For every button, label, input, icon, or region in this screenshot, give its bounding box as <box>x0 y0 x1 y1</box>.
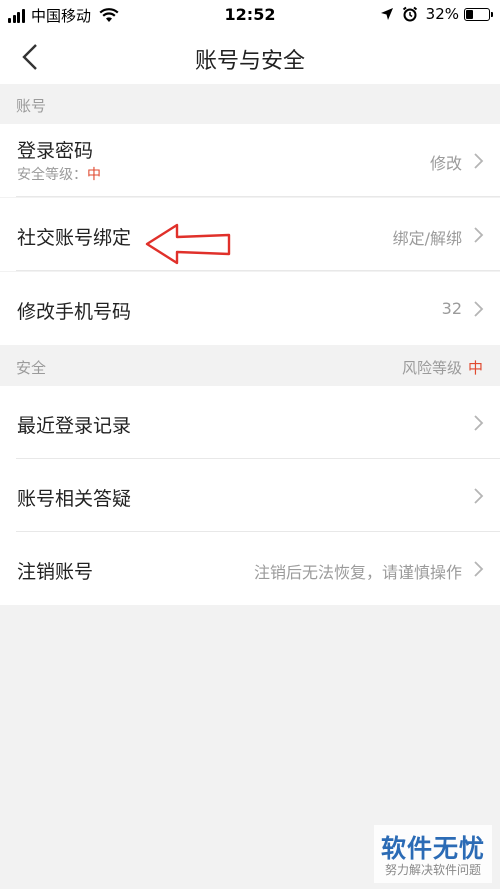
security-level-value: 中 <box>87 167 101 183</box>
risk-level: 风险等级中 <box>402 357 483 378</box>
section-label-security: 安全 <box>16 359 47 377</box>
watermark-subtitle: 努力解决软件问题 <box>384 863 481 877</box>
risk-level-value: 中 <box>467 359 483 377</box>
red-arrow-annotation <box>145 223 231 265</box>
watermark-title: 软件无忧 <box>380 834 485 863</box>
battery-icon <box>464 7 493 21</box>
alarm-icon <box>402 6 417 22</box>
section-label-account: 账号 <box>16 97 47 115</box>
status-bar: 中国移动 12:52 32% <box>0 0 500 30</box>
row-value: 修改 <box>429 154 462 173</box>
battery-percent: 32% <box>425 5 459 23</box>
chevron-right-icon <box>474 488 484 504</box>
row-login-history[interactable]: 最近登录记录 <box>0 386 500 459</box>
row-value: 绑定/解绑 <box>392 229 462 248</box>
row-title: 最近登录记录 <box>17 415 132 437</box>
location-arrow-icon <box>380 8 393 20</box>
row-cancel-account[interactable]: 注销账号 注销后无法恢复，请谨慎操作 <box>0 532 500 605</box>
chevron-right-icon <box>474 227 484 243</box>
risk-level-label: 风险等级 <box>401 359 462 377</box>
section-header-account: 账号 <box>0 84 500 124</box>
divider <box>16 196 500 197</box>
nav-bar: 账号与安全 <box>0 30 500 84</box>
status-right: 32% <box>380 5 493 23</box>
row-title: 账号相关答疑 <box>17 488 132 510</box>
battery-fill <box>466 9 474 19</box>
row-login-password[interactable]: 登录密码 安全等级：中 修改 <box>0 124 500 197</box>
watermark: 软件无忧 努力解决软件问题 <box>374 825 492 883</box>
row-title: 登录密码 <box>17 140 94 162</box>
phone-number-partial: 32 <box>441 299 462 318</box>
row-value: 注销后无法恢复，请谨慎操作 <box>253 563 462 582</box>
security-level: 安全等级：中 <box>17 164 101 184</box>
row-social-binding[interactable]: 社交账号绑定 绑定/解绑 <box>0 198 500 271</box>
row-title: 修改手机号码 <box>17 301 132 323</box>
row-title: 注销账号 <box>17 561 94 583</box>
chevron-right-icon <box>474 561 484 577</box>
chevron-right-icon <box>474 301 484 317</box>
row-change-phone[interactable]: 修改手机号码 32 <box>0 272 500 345</box>
divider <box>16 270 500 271</box>
chevron-right-icon <box>474 153 484 169</box>
section-header-security: 安全 风险等级中 <box>0 346 500 386</box>
row-account-faq[interactable]: 账号相关答疑 <box>0 459 500 532</box>
row-title: 社交账号绑定 <box>17 227 132 249</box>
page-title: 账号与安全 <box>194 49 305 74</box>
chevron-right-icon <box>474 415 484 431</box>
security-level-label: 安全等级： <box>17 167 87 183</box>
